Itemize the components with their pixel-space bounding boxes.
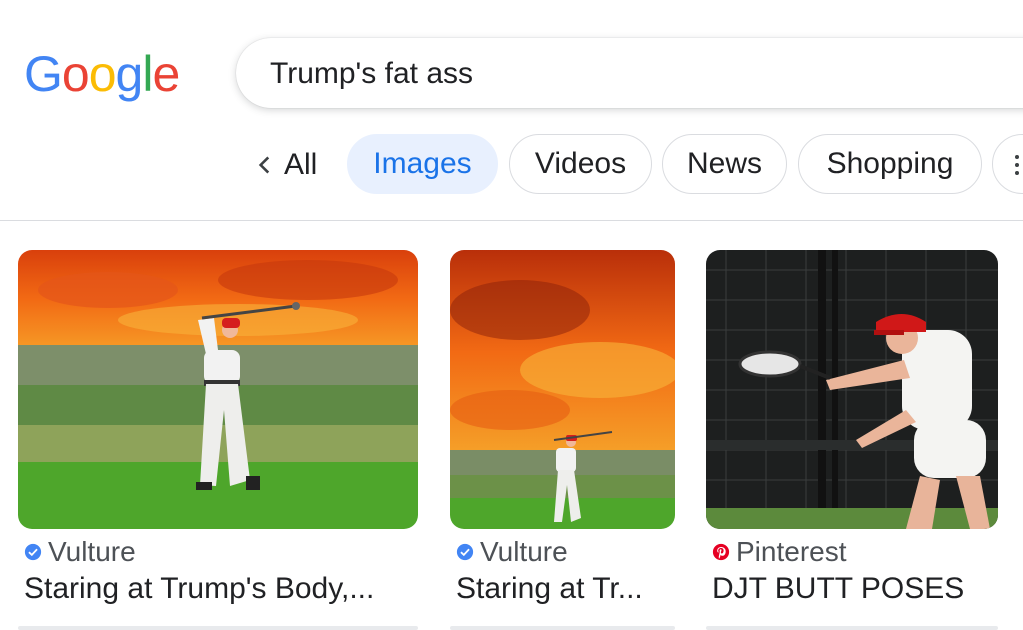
result-title[interactable]: Staring at Trump's Body,... (24, 572, 374, 606)
chevron-left-icon[interactable] (252, 152, 278, 178)
google-logo[interactable]: Google (24, 44, 180, 104)
golf-photo (450, 250, 675, 529)
result-source[interactable]: Vulture (24, 536, 136, 568)
tab-shopping[interactable]: Shopping (798, 134, 982, 194)
more-tabs-button[interactable] (992, 134, 1023, 194)
logo-letter: G (24, 46, 63, 102)
more-vert-icon (1015, 155, 1019, 179)
logo-letter: o (88, 46, 117, 102)
logo-letter: o (61, 46, 90, 102)
image-result[interactable]: Vulture Staring at Trump's Body,... (18, 250, 418, 605)
next-row-edge (0, 626, 1023, 630)
tab-all[interactable]: All (284, 148, 317, 182)
logo-letter: l (142, 46, 153, 102)
image-result[interactable]: Pinterest DJT BUTT POSES (706, 250, 998, 605)
image-result[interactable]: Vulture Staring at Tr... (450, 250, 675, 605)
source-name: Pinterest (736, 536, 847, 567)
tab-news[interactable]: News (662, 134, 787, 194)
golf-photo (18, 250, 418, 529)
tab-images[interactable]: Images (347, 134, 498, 194)
logo-letter: g (115, 46, 144, 102)
result-thumbnail[interactable] (18, 250, 418, 529)
result-source[interactable]: Pinterest (712, 536, 847, 568)
source-name: Vulture (48, 536, 136, 567)
search-bar[interactable] (236, 38, 1023, 108)
pinterest-icon (712, 543, 730, 561)
result-thumbnail[interactable] (450, 250, 675, 529)
result-title[interactable]: Staring at Tr... (456, 572, 643, 606)
result-thumbnail[interactable] (706, 250, 998, 529)
verified-badge-icon (456, 543, 474, 561)
tennis-photo (706, 250, 998, 529)
source-name: Vulture (480, 536, 568, 567)
result-title[interactable]: DJT BUTT POSES (712, 572, 964, 606)
search-input[interactable] (268, 50, 1012, 98)
tab-videos[interactable]: Videos (509, 134, 652, 194)
search-tabs: All Images Videos News Shopping (0, 134, 1023, 196)
verified-badge-icon (24, 543, 42, 561)
logo-letter: e (152, 46, 180, 102)
result-source[interactable]: Vulture (456, 536, 568, 568)
divider (0, 220, 1023, 221)
